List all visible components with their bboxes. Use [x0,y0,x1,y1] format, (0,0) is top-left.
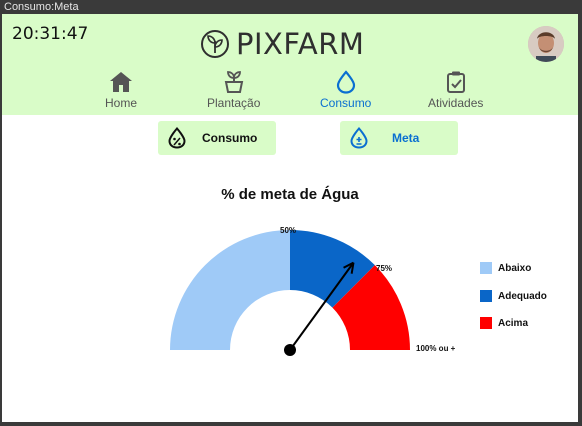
app-frame: 20:31:47 PIXFARM Home Plantação Consumo … [2,14,578,422]
legend-swatch-abaixo [480,262,492,274]
legend-swatch-acima [480,317,492,329]
gauge-chart [170,230,410,356]
gauge-band-abaixo [170,230,290,350]
gauge-needle-pivot [284,344,296,356]
legend-label-abaixo: Abaixo [498,262,532,274]
legend-item-acima: Acima [480,317,528,329]
tick-label-50: 50% [280,226,297,235]
legend-swatch-adequado [480,290,492,302]
tick-label-100: 100% ou + [416,344,456,353]
tick-label-75: 75% [376,264,393,273]
legend-label-acima: Acima [498,317,529,329]
legend-item-abaixo: Abaixo [480,262,531,274]
legend-item-adequado: Adequado [480,290,547,302]
window-title: Consumo:Meta [0,0,582,14]
legend-label-adequado: Adequado [498,290,547,302]
